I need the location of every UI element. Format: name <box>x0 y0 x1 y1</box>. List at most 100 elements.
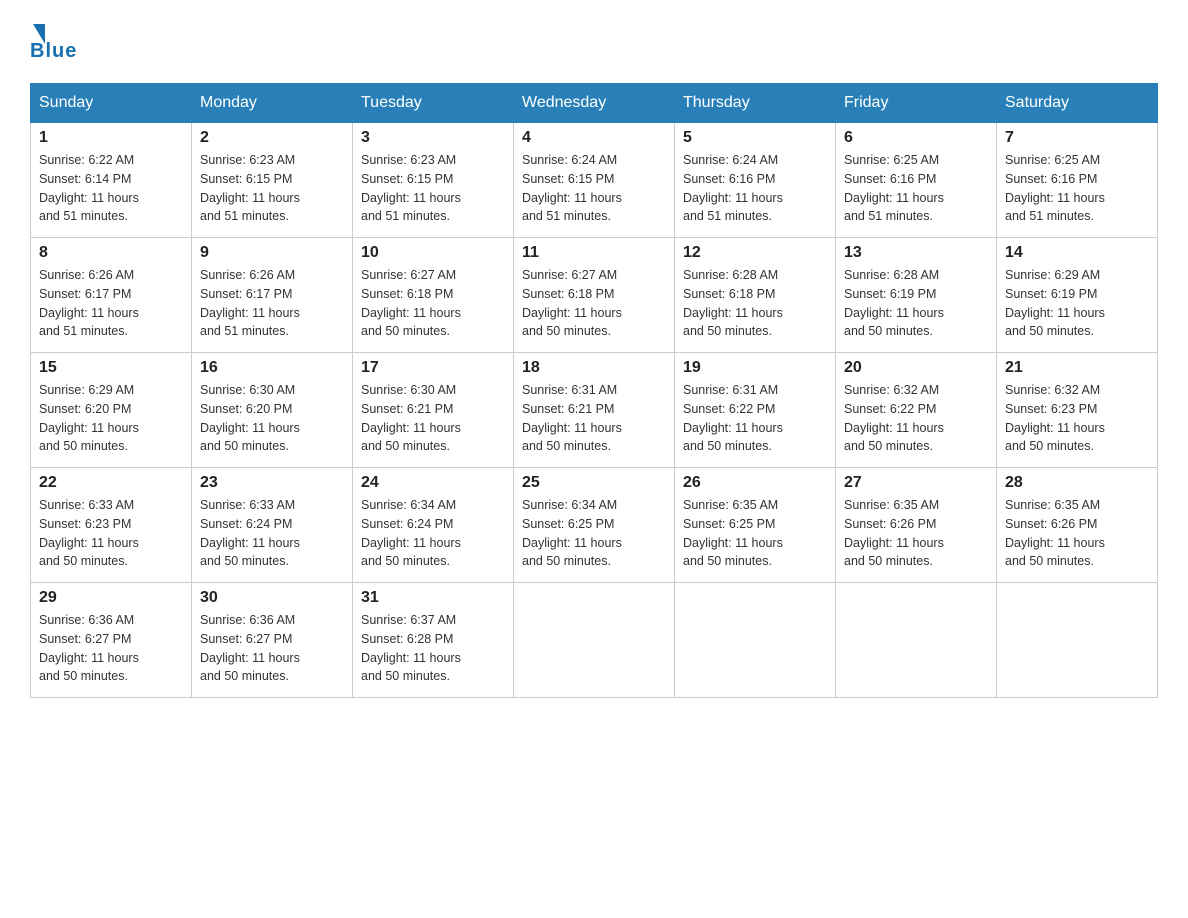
calendar-cell: 1 Sunrise: 6:22 AMSunset: 6:14 PMDaylight… <box>31 123 192 238</box>
calendar-cell <box>514 583 675 698</box>
day-info: Sunrise: 6:33 AMSunset: 6:23 PMDaylight:… <box>39 496 183 571</box>
day-number: 20 <box>844 359 988 377</box>
calendar-week-2: 8 Sunrise: 6:26 AMSunset: 6:17 PMDaylight… <box>31 238 1158 353</box>
calendar-table: SundayMondayTuesdayWednesdayThursdayFrid… <box>30 83 1158 698</box>
day-info: Sunrise: 6:34 AMSunset: 6:25 PMDaylight:… <box>522 496 666 571</box>
day-info: Sunrise: 6:23 AMSunset: 6:15 PMDaylight:… <box>361 151 505 226</box>
day-number: 31 <box>361 589 505 607</box>
day-number: 14 <box>1005 244 1149 262</box>
day-number: 5 <box>683 129 827 147</box>
calendar-cell: 27 Sunrise: 6:35 AMSunset: 6:26 PMDayligh… <box>836 468 997 583</box>
calendar-cell: 31 Sunrise: 6:37 AMSunset: 6:28 PMDayligh… <box>353 583 514 698</box>
day-info: Sunrise: 6:29 AMSunset: 6:19 PMDaylight:… <box>1005 266 1149 341</box>
day-info: Sunrise: 6:35 AMSunset: 6:26 PMDaylight:… <box>844 496 988 571</box>
calendar-cell: 12 Sunrise: 6:28 AMSunset: 6:18 PMDayligh… <box>675 238 836 353</box>
day-number: 11 <box>522 244 666 262</box>
calendar-cell: 13 Sunrise: 6:28 AMSunset: 6:19 PMDayligh… <box>836 238 997 353</box>
day-number: 1 <box>39 129 183 147</box>
day-info: Sunrise: 6:32 AMSunset: 6:22 PMDaylight:… <box>844 381 988 456</box>
header-wednesday: Wednesday <box>514 84 675 123</box>
calendar-cell <box>675 583 836 698</box>
calendar-cell: 4Sunrise: 6:24 AMSunset: 6:15 PMDaylight… <box>514 123 675 238</box>
calendar-cell: 17 Sunrise: 6:30 AMSunset: 6:21 PMDayligh… <box>353 353 514 468</box>
day-number: 21 <box>1005 359 1149 377</box>
header-friday: Friday <box>836 84 997 123</box>
day-number: 9 <box>200 244 344 262</box>
calendar-week-5: 29 Sunrise: 6:36 AMSunset: 6:27 PMDayligh… <box>31 583 1158 698</box>
day-info: Sunrise: 6:32 AMSunset: 6:23 PMDaylight:… <box>1005 381 1149 456</box>
calendar-cell: 9 Sunrise: 6:26 AMSunset: 6:17 PMDaylight… <box>192 238 353 353</box>
day-number: 26 <box>683 474 827 492</box>
calendar-cell: 5Sunrise: 6:24 AMSunset: 6:16 PMDaylight… <box>675 123 836 238</box>
day-number: 22 <box>39 474 183 492</box>
day-info: Sunrise: 6:34 AMSunset: 6:24 PMDaylight:… <box>361 496 505 571</box>
day-number: 28 <box>1005 474 1149 492</box>
day-number: 27 <box>844 474 988 492</box>
day-number: 17 <box>361 359 505 377</box>
calendar-cell <box>997 583 1158 698</box>
calendar-cell: 8 Sunrise: 6:26 AMSunset: 6:17 PMDaylight… <box>31 238 192 353</box>
calendar-cell: 2 Sunrise: 6:23 AMSunset: 6:15 PMDaylight… <box>192 123 353 238</box>
calendar-cell: 19 Sunrise: 6:31 AMSunset: 6:22 PMDayligh… <box>675 353 836 468</box>
day-info: Sunrise: 6:27 AMSunset: 6:18 PMDaylight:… <box>361 266 505 341</box>
day-info: Sunrise: 6:30 AMSunset: 6:21 PMDaylight:… <box>361 381 505 456</box>
day-info: Sunrise: 6:28 AMSunset: 6:18 PMDaylight:… <box>683 266 827 341</box>
day-number: 12 <box>683 244 827 262</box>
day-number: 10 <box>361 244 505 262</box>
calendar-header-row: SundayMondayTuesdayWednesdayThursdayFrid… <box>31 84 1158 123</box>
day-info: Sunrise: 6:28 AMSunset: 6:19 PMDaylight:… <box>844 266 988 341</box>
day-info: Sunrise: 6:36 AMSunset: 6:27 PMDaylight:… <box>200 611 344 686</box>
day-info: Sunrise: 6:22 AMSunset: 6:14 PMDaylight:… <box>39 151 183 226</box>
header-thursday: Thursday <box>675 84 836 123</box>
header-saturday: Saturday <box>997 84 1158 123</box>
calendar-cell: 14 Sunrise: 6:29 AMSunset: 6:19 PMDayligh… <box>997 238 1158 353</box>
calendar-cell: 25 Sunrise: 6:34 AMSunset: 6:25 PMDayligh… <box>514 468 675 583</box>
calendar-cell: 28Sunrise: 6:35 AMSunset: 6:26 PMDayligh… <box>997 468 1158 583</box>
day-number: 7 <box>1005 129 1149 147</box>
day-number: 25 <box>522 474 666 492</box>
calendar-cell: 21 Sunrise: 6:32 AMSunset: 6:23 PMDayligh… <box>997 353 1158 468</box>
day-info: Sunrise: 6:29 AMSunset: 6:20 PMDaylight:… <box>39 381 183 456</box>
calendar-cell: 24Sunrise: 6:34 AMSunset: 6:24 PMDayligh… <box>353 468 514 583</box>
calendar-cell <box>836 583 997 698</box>
day-info: Sunrise: 6:31 AMSunset: 6:21 PMDaylight:… <box>522 381 666 456</box>
calendar-cell: 23 Sunrise: 6:33 AMSunset: 6:24 PMDayligh… <box>192 468 353 583</box>
day-info: Sunrise: 6:37 AMSunset: 6:28 PMDaylight:… <box>361 611 505 686</box>
calendar-cell: 10 Sunrise: 6:27 AMSunset: 6:18 PMDayligh… <box>353 238 514 353</box>
day-number: 16 <box>200 359 344 377</box>
day-info: Sunrise: 6:25 AMSunset: 6:16 PMDaylight:… <box>1005 151 1149 226</box>
day-info: Sunrise: 6:36 AMSunset: 6:27 PMDaylight:… <box>39 611 183 686</box>
calendar-cell: 18 Sunrise: 6:31 AMSunset: 6:21 PMDayligh… <box>514 353 675 468</box>
day-info: Sunrise: 6:33 AMSunset: 6:24 PMDaylight:… <box>200 496 344 571</box>
calendar-cell: 30Sunrise: 6:36 AMSunset: 6:27 PMDayligh… <box>192 583 353 698</box>
calendar-week-3: 15 Sunrise: 6:29 AMSunset: 6:20 PMDayligh… <box>31 353 1158 468</box>
header-sunday: Sunday <box>31 84 192 123</box>
day-info: Sunrise: 6:26 AMSunset: 6:17 PMDaylight:… <box>39 266 183 341</box>
day-info: Sunrise: 6:26 AMSunset: 6:17 PMDaylight:… <box>200 266 344 341</box>
day-info: Sunrise: 6:35 AMSunset: 6:25 PMDaylight:… <box>683 496 827 571</box>
day-number: 29 <box>39 589 183 607</box>
calendar-cell: 3 Sunrise: 6:23 AMSunset: 6:15 PMDaylight… <box>353 123 514 238</box>
day-info: Sunrise: 6:30 AMSunset: 6:20 PMDaylight:… <box>200 381 344 456</box>
calendar-cell: 11 Sunrise: 6:27 AMSunset: 6:18 PMDayligh… <box>514 238 675 353</box>
calendar-cell: 7 Sunrise: 6:25 AMSunset: 6:16 PMDaylight… <box>997 123 1158 238</box>
day-number: 18 <box>522 359 666 377</box>
calendar-week-1: 1 Sunrise: 6:22 AMSunset: 6:14 PMDaylight… <box>31 123 1158 238</box>
page-header: Blue <box>30 20 1158 63</box>
logo-underline: Blue <box>30 40 77 63</box>
day-number: 13 <box>844 244 988 262</box>
calendar-cell: 26 Sunrise: 6:35 AMSunset: 6:25 PMDayligh… <box>675 468 836 583</box>
day-number: 23 <box>200 474 344 492</box>
calendar-week-4: 22 Sunrise: 6:33 AMSunset: 6:23 PMDayligh… <box>31 468 1158 583</box>
day-number: 8 <box>39 244 183 262</box>
day-number: 2 <box>200 129 344 147</box>
day-info: Sunrise: 6:27 AMSunset: 6:18 PMDaylight:… <box>522 266 666 341</box>
day-number: 3 <box>361 129 505 147</box>
calendar-cell: 6Sunrise: 6:25 AMSunset: 6:16 PMDaylight… <box>836 123 997 238</box>
calendar-cell: 16 Sunrise: 6:30 AMSunset: 6:20 PMDayligh… <box>192 353 353 468</box>
day-number: 19 <box>683 359 827 377</box>
day-number: 15 <box>39 359 183 377</box>
day-info: Sunrise: 6:31 AMSunset: 6:22 PMDaylight:… <box>683 381 827 456</box>
day-info: Sunrise: 6:23 AMSunset: 6:15 PMDaylight:… <box>200 151 344 226</box>
header-monday: Monday <box>192 84 353 123</box>
